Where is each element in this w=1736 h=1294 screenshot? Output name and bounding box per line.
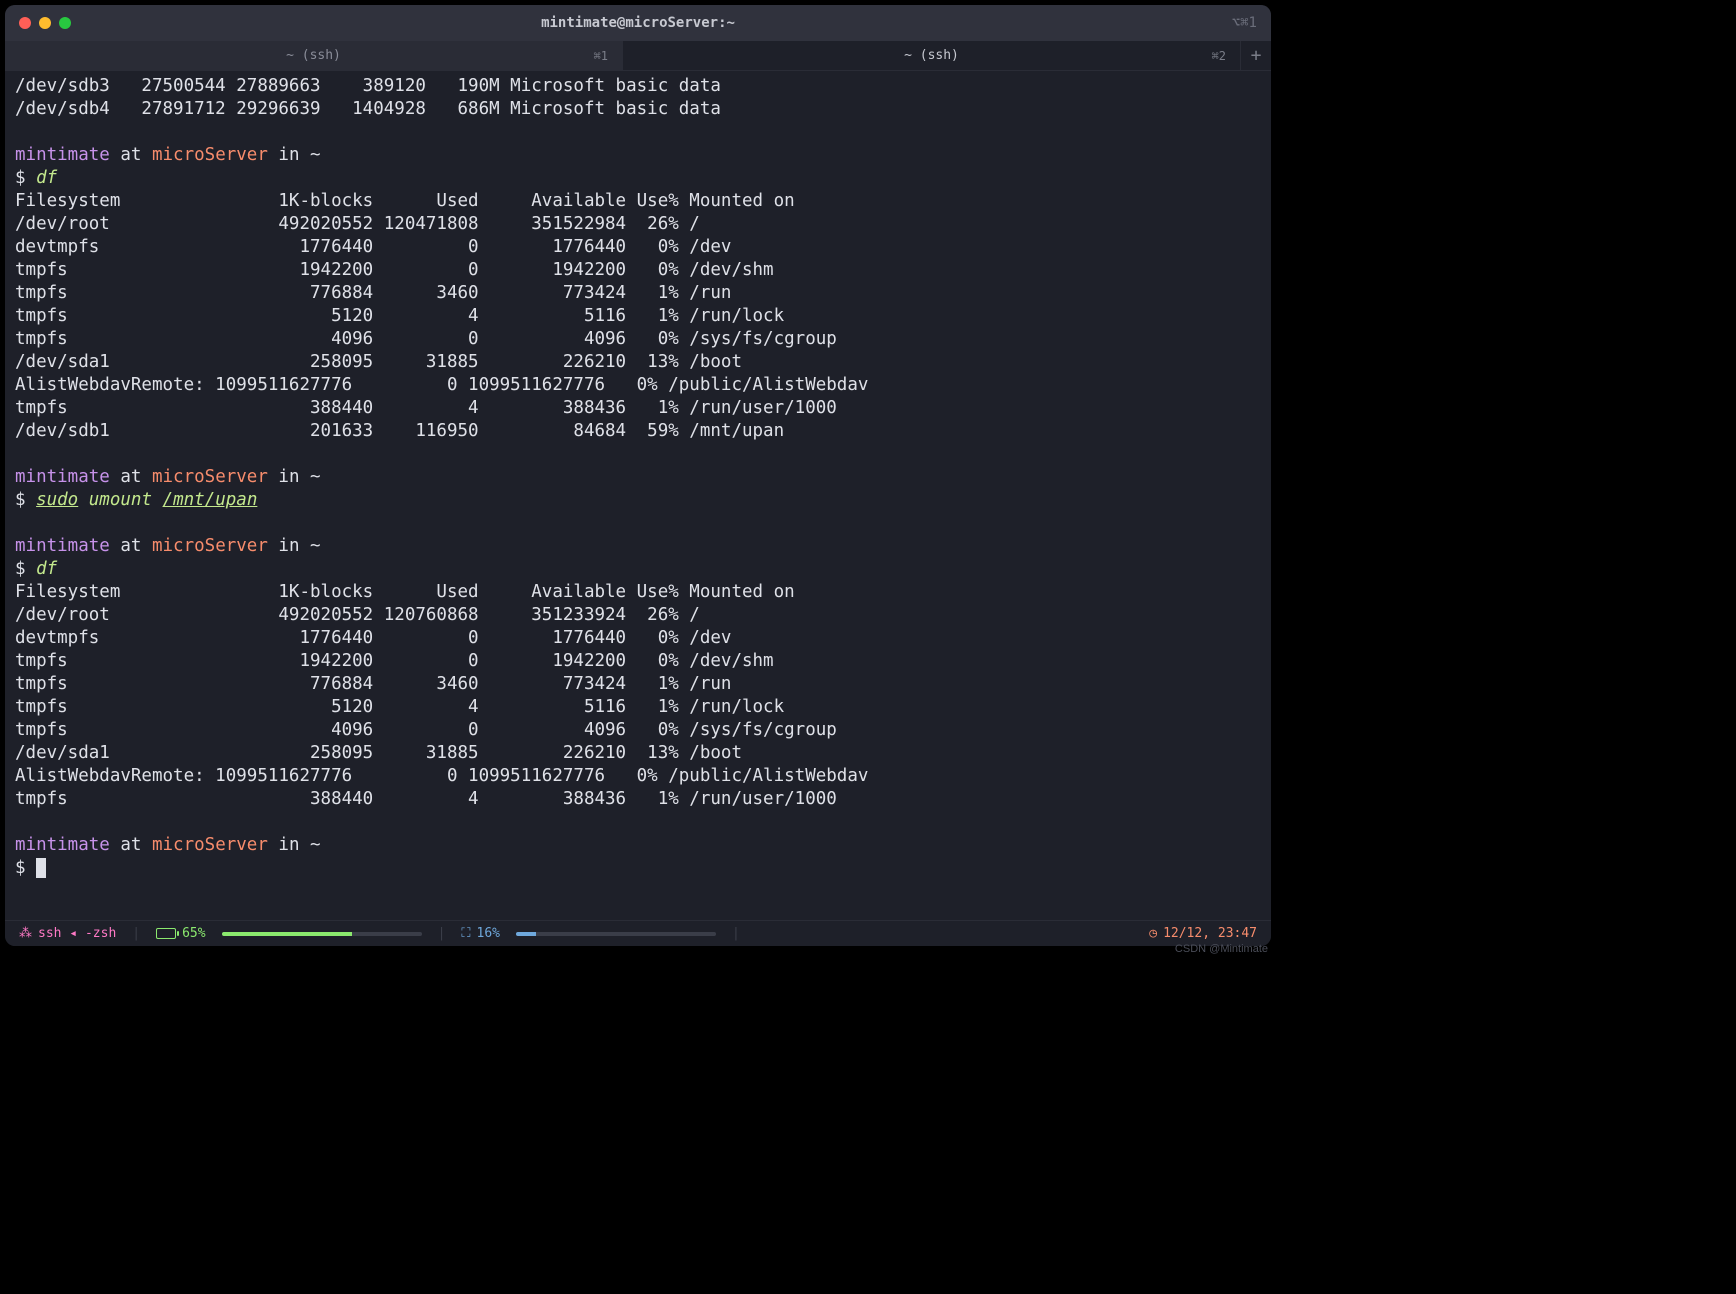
output-line: tmpfs 776884 3460 773424 1% /run [15,673,1261,696]
title-shortcut-hint: ⌥⌘1 [1232,15,1257,31]
status-battery: 65% [156,926,205,941]
prompt-line: mintimate at microServer in ~ [15,834,1261,857]
maximize-button[interactable] [59,17,71,29]
prompt-line: mintimate at microServer in ~ [15,466,1261,489]
tab-label: ~ (ssh) [286,48,341,63]
command: df [36,559,57,579]
cpu-icon: ⛶ [461,926,470,941]
prompt-user: mintimate [15,467,110,487]
terminal-output[interactable]: /dev/sdb3 27500544 27889663 389120 190M … [5,71,1271,920]
output-line: /dev/sda1 258095 31885 226210 13% /boot [15,742,1261,765]
output-header: Filesystem 1K-blocks Used Available Use%… [15,581,1261,604]
status-process-text: ssh ◂ -zsh [38,926,116,941]
output-line: tmpfs 4096 0 4096 0% /sys/fs/cgroup [15,328,1261,351]
output-line: /dev/sdb3 27500544 27889663 389120 190M … [15,75,1261,98]
status-clock: ◷ 12/12, 23:47 [1149,926,1257,941]
terminal-window: mintimate@microServer:~ ⌥⌘1 ~ (ssh) ⌘1 ~… [5,5,1271,946]
ssh-icon: ⁂ [19,926,32,941]
new-tab-button[interactable]: + [1241,41,1271,70]
command-line[interactable]: $ [15,857,1261,880]
tab-2[interactable]: ~ (ssh) ⌘2 [623,41,1241,70]
cpu-pct: 16% [477,926,500,941]
tab-label: ~ (ssh) [904,48,959,63]
prompt-user: mintimate [15,835,110,855]
prompt-host: microServer [152,536,268,556]
command-line: $ df [15,558,1261,581]
output-line: tmpfs 1942200 0 1942200 0% /dev/shm [15,650,1261,673]
prompt-host: microServer [152,835,268,855]
close-button[interactable] [19,17,31,29]
tab-bar: ~ (ssh) ⌘1 ~ (ssh) ⌘2 + [5,41,1271,71]
window-title: mintimate@microServer:~ [541,15,735,31]
output-line: /dev/root 492020552 120760868 351233924 … [15,604,1261,627]
prompt-path: ~ [310,467,321,487]
watermark: CSDN @Mintimate [1175,943,1268,955]
output-line: devtmpfs 1776440 0 1776440 0% /dev [15,627,1261,650]
output-line: AlistWebdavRemote: 1099511627776 0 10995… [15,765,1261,788]
command-line: $ df [15,167,1261,190]
prompt-path: ~ [310,145,321,165]
clock-icon: ◷ [1149,926,1157,941]
prompt-host: microServer [152,145,268,165]
output-line: AlistWebdavRemote: 1099511627776 0 10995… [15,374,1261,397]
output-line: /dev/root 492020552 120471808 351522984 … [15,213,1261,236]
output-line: tmpfs 388440 4 388436 1% /run/user/1000 [15,788,1261,811]
prompt-user: mintimate [15,536,110,556]
output-line: tmpfs 5120 4 5116 1% /run/lock [15,696,1261,719]
clock-text: 12/12, 23:47 [1163,926,1257,941]
command-path: /mnt/upan [163,490,258,510]
command-line: $ sudo umount /mnt/upan [15,489,1261,512]
tab-shortcut: ⌘1 [594,49,608,63]
prompt-host: microServer [152,467,268,487]
output-line: tmpfs 388440 4 388436 1% /run/user/1000 [15,397,1261,420]
command-sudo: sudo [36,490,78,510]
ram-bar [222,932,422,936]
command: df [36,168,57,188]
battery-pct: 65% [182,926,205,941]
output-line: /dev/sdb1 201633 116950 84684 59% /mnt/u… [15,420,1261,443]
traffic-lights [5,17,71,29]
prompt-line: mintimate at microServer in ~ [15,535,1261,558]
prompt-path: ~ [310,536,321,556]
output-header: Filesystem 1K-blocks Used Available Use%… [15,190,1261,213]
status-process[interactable]: ⁂ ssh ◂ -zsh [19,926,116,941]
prompt-user: mintimate [15,145,110,165]
prompt-path: ~ [310,835,321,855]
output-line: /dev/sda1 258095 31885 226210 13% /boot [15,351,1261,374]
output-line: devtmpfs 1776440 0 1776440 0% /dev [15,236,1261,259]
output-line: tmpfs 4096 0 4096 0% /sys/fs/cgroup [15,719,1261,742]
battery-icon [156,928,176,939]
output-line: tmpfs 5120 4 5116 1% /run/lock [15,305,1261,328]
output-line: /dev/sdb4 27891712 29296639 1404928 686M… [15,98,1261,121]
output-line: tmpfs 1942200 0 1942200 0% /dev/shm [15,259,1261,282]
minimize-button[interactable] [39,17,51,29]
titlebar[interactable]: mintimate@microServer:~ ⌥⌘1 [5,5,1271,41]
cpu-bar [516,932,716,936]
tab-shortcut: ⌘2 [1212,49,1226,63]
prompt-line: mintimate at microServer in ~ [15,144,1261,167]
cursor [36,858,46,878]
status-bar: ⁂ ssh ◂ -zsh | 65% | ⛶ 16% | ◷ 12/12, 23… [5,920,1271,946]
status-cpu: ⛶ 16% [461,926,500,941]
tab-1[interactable]: ~ (ssh) ⌘1 [5,41,623,70]
output-line: tmpfs 776884 3460 773424 1% /run [15,282,1261,305]
